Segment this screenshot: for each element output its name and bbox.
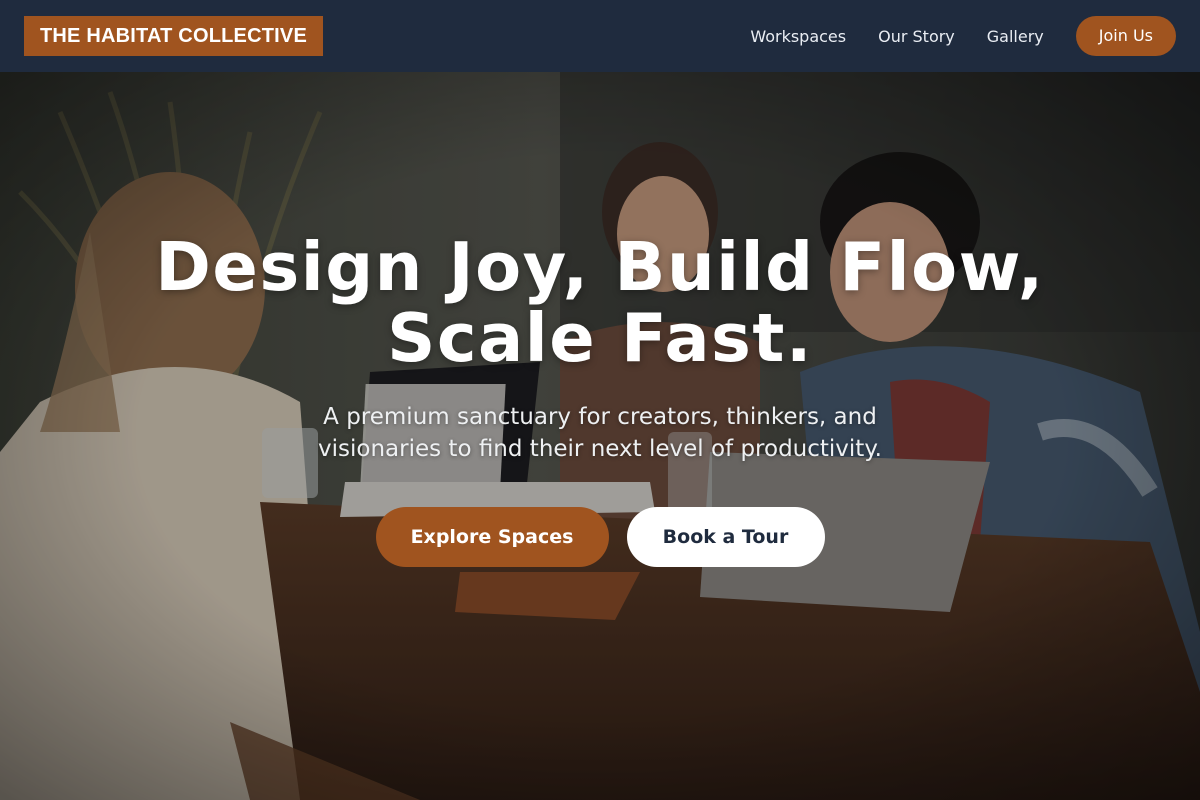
hero-cta-row: Explore Spaces Book a Tour	[0, 507, 1200, 567]
nav-link-gallery[interactable]: Gallery	[987, 27, 1044, 46]
brand-logo[interactable]: THE HABITAT COLLECTIVE	[24, 16, 323, 56]
nav-links: Workspaces Our Story Gallery Join Us	[750, 16, 1176, 56]
top-navbar: THE HABITAT COLLECTIVE Workspaces Our St…	[0, 0, 1200, 72]
hero-section: Design Joy, Build Flow, Scale Fast. A pr…	[0, 72, 1200, 800]
join-us-button[interactable]: Join Us	[1075, 16, 1176, 56]
headline-line-2: Scale Fast.	[387, 299, 813, 377]
nav-link-workspaces[interactable]: Workspaces	[750, 27, 846, 46]
book-tour-button[interactable]: Book a Tour	[626, 507, 825, 567]
explore-spaces-button[interactable]: Explore Spaces	[375, 507, 609, 567]
headline-line-1: Design Joy, Build Flow,	[155, 228, 1045, 306]
hero-headline: Design Joy, Build Flow, Scale Fast.	[100, 232, 1100, 374]
hero-content: Design Joy, Build Flow, Scale Fast. A pr…	[0, 232, 1200, 567]
nav-link-our-story[interactable]: Our Story	[878, 27, 955, 46]
hero-subheadline: A premium sanctuary for creators, thinke…	[318, 404, 882, 462]
